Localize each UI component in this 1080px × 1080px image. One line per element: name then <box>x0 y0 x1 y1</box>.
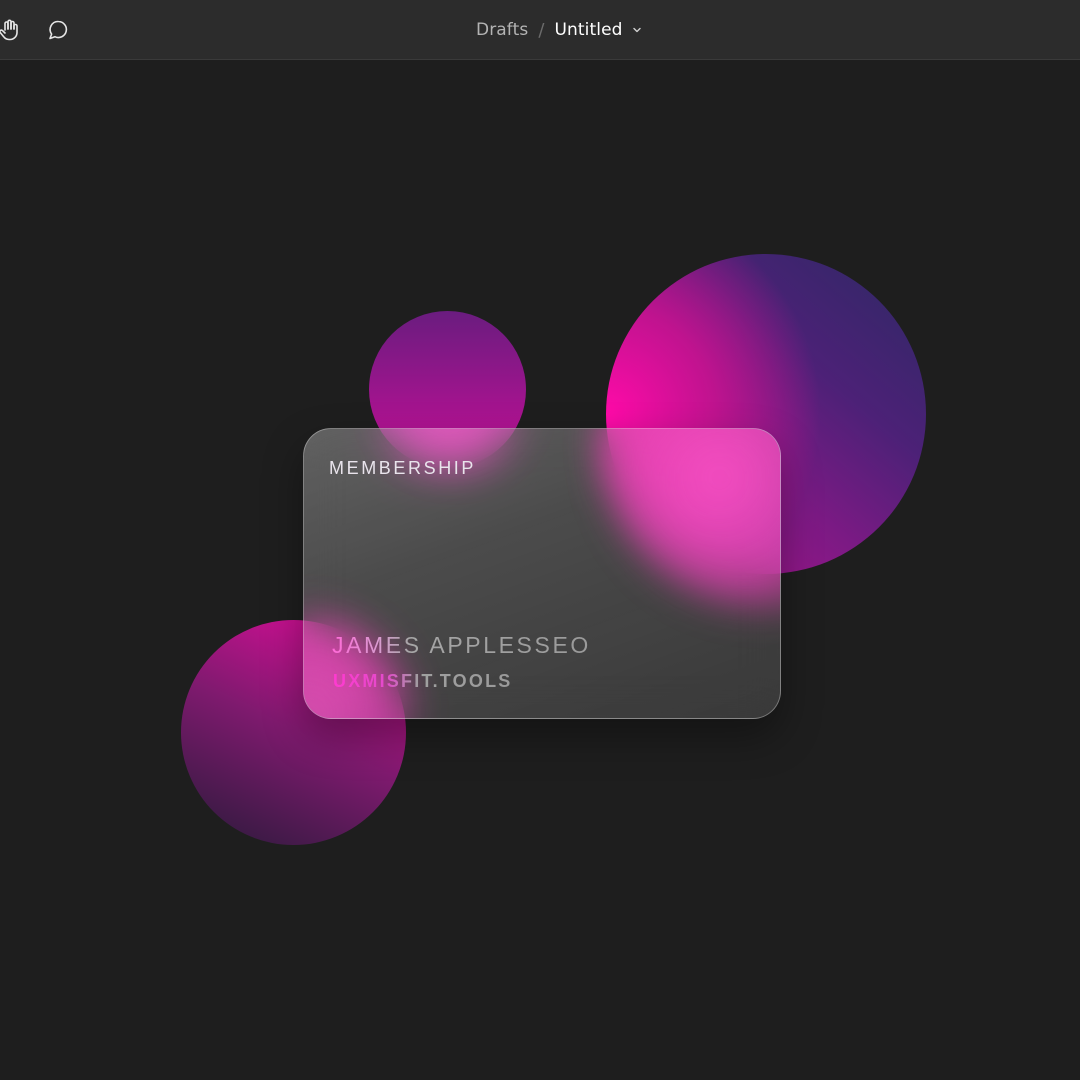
top-toolbar: Drafts / Untitled <box>0 0 1080 60</box>
membership-card[interactable]: MEMBERSHIP JAMES APPLESSEO UXMISFIT.TOOL… <box>303 428 781 719</box>
card-title: MEMBERSHIP <box>329 458 477 478</box>
card-url: UXMISFIT.TOOLS <box>333 671 513 691</box>
breadcrumb: Drafts / Untitled <box>476 0 644 60</box>
comment-tool-button[interactable] <box>45 17 71 43</box>
file-name[interactable]: Untitled <box>554 20 622 40</box>
comment-icon <box>49 20 68 40</box>
chevron-down-icon <box>632 27 641 33</box>
design-app: Drafts / Untitled MEMBERSHIP JAMES APPLE… <box>0 0 1080 1080</box>
card-glow-left <box>304 599 424 718</box>
breadcrumb-separator: / <box>538 19 545 41</box>
hand-tool-button[interactable] <box>0 17 22 43</box>
card-holder-name: JAMES APPLESSEO <box>332 632 591 658</box>
hand-icon <box>0 19 18 41</box>
file-menu-button[interactable] <box>632 24 644 36</box>
design-canvas[interactable]: MEMBERSHIP JAMES APPLESSEO UXMISFIT.TOOL… <box>0 61 1080 1080</box>
card-glow-right <box>604 429 780 609</box>
breadcrumb-drafts[interactable]: Drafts <box>476 20 528 40</box>
